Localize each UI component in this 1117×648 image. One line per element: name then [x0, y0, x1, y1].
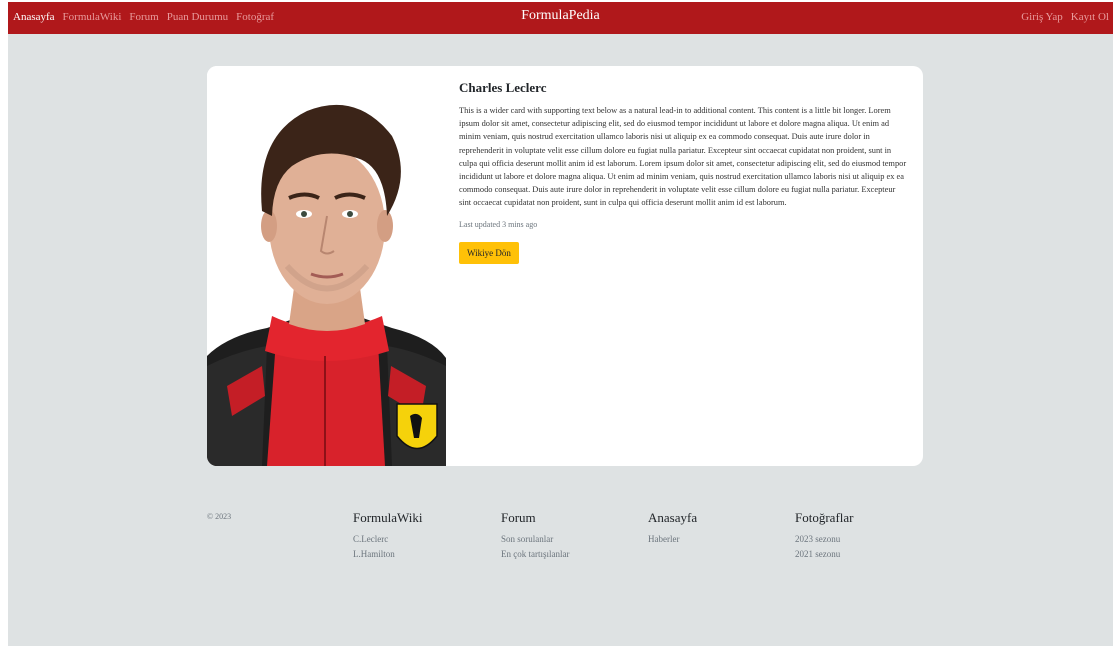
register-link[interactable]: Kayıt Ol [1071, 11, 1109, 23]
footer-link-en-cok-tartisilanlar[interactable]: En çok tartışılanlar [501, 547, 569, 562]
navbar: Anasayfa FormulaWiki Forum Puan Durumu F… [8, 2, 1113, 34]
back-to-wiki-button[interactable]: Wikiye Dön [459, 241, 519, 264]
auth-links: Giriş Yap Kayıt Ol [1021, 11, 1109, 23]
footer-col-title: Forum [501, 510, 536, 525]
footer-col-title: Fotoğraflar [795, 510, 854, 525]
card-body: Charles Leclerc This is a wider card wit… [459, 80, 909, 264]
last-updated-text: Last updated 3 mins ago [459, 219, 538, 229]
footer-link-son-sorulanlar[interactable]: Son sorulanlar [501, 532, 569, 547]
card-text: This is a wider card with supporting tex… [459, 106, 907, 208]
driver-card: Charles Leclerc This is a wider card wit… [207, 66, 923, 466]
driver-portrait-illustration [207, 66, 446, 466]
card-title: Charles Leclerc [459, 80, 547, 95]
footer-link-leclerc[interactable]: C.Leclerc [353, 532, 423, 547]
footer-link-haberler[interactable]: Haberler [648, 532, 697, 547]
copyright-text: © 2023 [207, 512, 232, 521]
footer-link-2021-sezonu[interactable]: 2021 sezonu [795, 547, 853, 562]
driver-photo [207, 66, 446, 466]
page-frame: Anasayfa FormulaWiki Forum Puan Durumu F… [8, 2, 1113, 646]
footer-link-2023-sezonu[interactable]: 2023 sezonu [795, 532, 853, 547]
footer-col-forum: Forum Son sorulanlar En çok tartışılanla… [501, 510, 569, 562]
footer-col-formulawiki: FormulaWiki C.Leclerc L.Hamilton [353, 510, 423, 562]
footer-col-fotograflar: Fotoğraflar 2023 sezonu 2021 sezonu [795, 510, 853, 562]
brand-title[interactable]: FormulaPedia [8, 8, 1113, 24]
footer-col-title: Anasayfa [648, 510, 698, 525]
footer: © 2023 FormulaWiki C.Leclerc L.Hamilton … [8, 502, 1113, 602]
footer-link-hamilton[interactable]: L.Hamilton [353, 547, 423, 562]
footer-col-anasayfa: Anasayfa Haberler [648, 510, 697, 547]
footer-col-title: FormulaWiki [353, 510, 423, 525]
login-link[interactable]: Giriş Yap [1021, 11, 1063, 23]
